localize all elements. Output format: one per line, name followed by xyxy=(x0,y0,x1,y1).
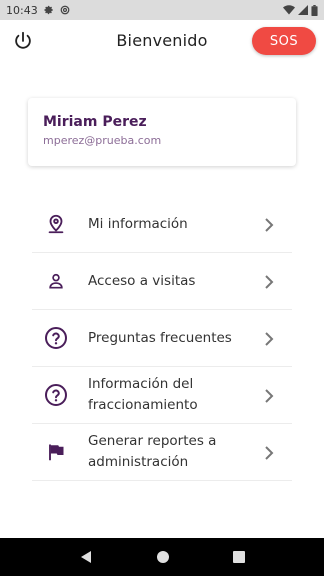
menu-item-informacion-fraccionamiento[interactable]: Información del fraccionamiento xyxy=(32,367,292,424)
signal-icon xyxy=(298,5,308,15)
back-icon[interactable] xyxy=(79,550,93,564)
status-time: 10:43 xyxy=(6,3,38,17)
menu-item-label: Información del fraccionamiento xyxy=(88,376,198,413)
menu-item-label: Preguntas frecuentes xyxy=(88,329,232,346)
chevron-right-icon xyxy=(264,217,274,232)
menu-item-generar-reportes[interactable]: Generar reportes a administración xyxy=(32,424,292,481)
flag-icon xyxy=(44,440,68,464)
chevron-right-icon xyxy=(264,274,274,289)
sos-button[interactable]: SOS xyxy=(252,27,316,55)
profile-name: Miriam Perez xyxy=(43,114,147,130)
settings-icon xyxy=(44,5,54,15)
menu-item-preguntas-frecuentes[interactable]: Preguntas frecuentes xyxy=(32,310,292,367)
system-nav-bar xyxy=(0,538,324,576)
menu-item-label: Acceso a visitas xyxy=(88,272,196,289)
help-circle-icon xyxy=(44,326,68,350)
menu-item-label: Mi información xyxy=(88,215,188,232)
battery-icon xyxy=(311,4,318,16)
help-circle-icon xyxy=(44,383,68,407)
profile-card: Miriam Perez mperez@prueba.com xyxy=(28,98,296,166)
menu-item-acceso-visitas[interactable]: Acceso a visitas xyxy=(32,253,292,310)
person-icon xyxy=(44,269,68,293)
chevron-right-icon xyxy=(264,445,274,460)
wifi-icon xyxy=(283,5,295,15)
status-bar: 10:43 xyxy=(0,0,324,20)
menu-item-label: Generar reportes a administración xyxy=(88,433,217,470)
app-header: Bienvenido SOS xyxy=(0,20,324,64)
profile-email: mperez@prueba.com xyxy=(43,134,162,147)
chevron-right-icon xyxy=(264,331,274,346)
recents-icon[interactable] xyxy=(232,551,245,563)
at-sign-icon xyxy=(60,5,70,15)
location-pin-icon xyxy=(44,212,68,236)
home-icon[interactable] xyxy=(156,550,170,564)
menu-item-mi-informacion[interactable]: Mi información xyxy=(32,196,292,253)
menu-list: Mi información Acceso a visitas Pregunta… xyxy=(32,196,292,481)
chevron-right-icon xyxy=(264,388,274,403)
